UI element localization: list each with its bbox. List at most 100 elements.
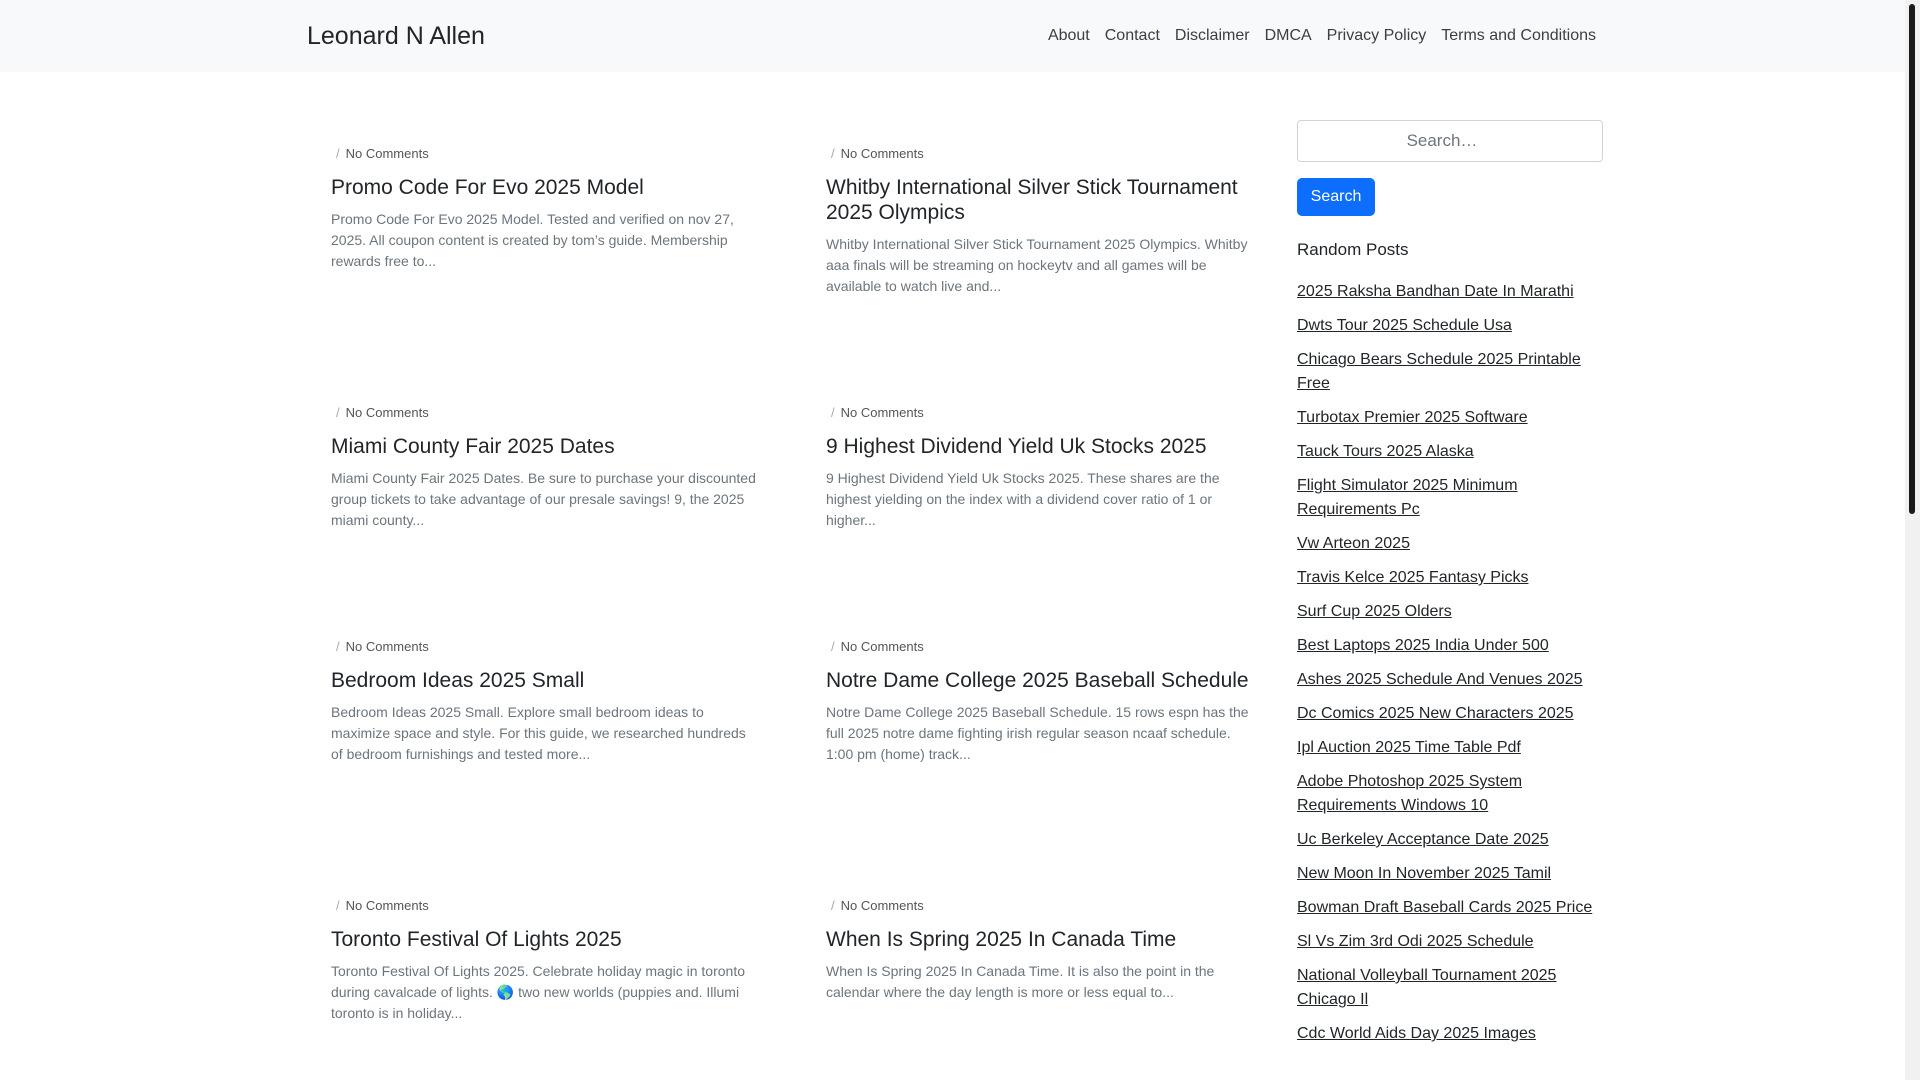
post-title[interactable]: Toronto Festival Of Lights 2025 [331,927,756,952]
post-meta: / No Comments [331,145,756,163]
random-post-link[interactable]: Ashes 2025 Schedule And Venues 2025 [1297,671,1583,688]
search-button[interactable]: Search [1297,178,1375,216]
random-post-link[interactable]: National Volleyball Tournament 2025 Chic… [1297,967,1556,1008]
post-title[interactable]: When Is Spring 2025 In Canada Time [826,927,1251,952]
post-meta: / No Comments [826,897,1251,915]
post-card: / No Comments Notre Dame College 2025 Bas… [826,638,1251,765]
meta-separator: / [831,898,835,913]
comments-link[interactable]: No Comments [346,898,429,913]
list-item: Bowman Draft Baseball Cards 2025 Price [1297,896,1603,920]
comments-link[interactable]: No Comments [841,405,924,420]
post-card: / No Comments Whitby International Silver… [826,145,1251,297]
post-card: / No Comments 9 Highest Dividend Yield Uk… [826,404,1251,531]
list-item: Ipl Auction 2025 Time Table Pdf [1297,736,1603,760]
random-post-link[interactable]: Dc Comics 2025 New Characters 2025 [1297,705,1574,722]
comments-link[interactable]: No Comments [841,639,924,654]
random-post-link[interactable]: Adobe Photoshop 2025 System Requirements… [1297,773,1522,814]
post-excerpt: Promo Code For Evo 2025 Model. Tested an… [331,211,734,269]
post-title-link[interactable]: Notre Dame College 2025 Baseball Schedul… [826,669,1249,692]
post-card: / No Comments When Is Spring 2025 In Cana… [826,897,1251,1003]
post-meta: / No Comments [331,404,756,422]
random-post-link[interactable]: New Moon In November 2025 Tamil [1297,865,1551,882]
meta-separator: / [336,898,340,913]
post-title-link[interactable]: Miami County Fair 2025 Dates [331,435,615,458]
meta-separator: / [336,405,340,420]
random-post-link[interactable]: Cdc World Aids Day 2025 Images [1297,1025,1536,1042]
post-title-link[interactable]: When Is Spring 2025 In Canada Time [826,928,1176,951]
post-title[interactable]: Miami County Fair 2025 Dates [331,434,756,459]
comments-link[interactable]: No Comments [346,639,429,654]
list-item: Vw Arteon 2025 [1297,532,1603,556]
site-brand[interactable]: Leonard N Allen [307,20,485,52]
post-excerpt: Whitby International Silver Stick Tourna… [826,236,1248,294]
random-post-link[interactable]: Vw Arteon 2025 [1297,535,1410,552]
post-excerpt: Notre Dame College 2025 Baseball Schedul… [826,704,1249,762]
post-title-link[interactable]: Toronto Festival Of Lights 2025 [331,928,622,951]
random-post-link[interactable]: Tauck Tours 2025 Alaska [1297,443,1474,460]
post-meta: / No Comments [331,897,756,915]
random-post-link[interactable]: Flight Simulator 2025 Minimum Requiremen… [1297,477,1518,518]
comments-link[interactable]: No Comments [841,146,924,161]
post-title[interactable]: Notre Dame College 2025 Baseball Schedul… [826,668,1251,693]
comments-link[interactable]: No Comments [346,146,429,161]
post-meta: / No Comments [826,638,1251,656]
meta-separator: / [336,146,340,161]
post-title-link[interactable]: Promo Code For Evo 2025 Model [331,176,644,199]
nav-about[interactable]: About [1048,24,1090,48]
comments-link[interactable]: No Comments [346,405,429,420]
random-post-link[interactable]: Travis Kelce 2025 Fantasy Picks [1297,569,1529,586]
post-title[interactable]: Promo Code For Evo 2025 Model [331,175,756,200]
search-input[interactable] [1297,120,1603,162]
main-nav: About Contact Disclaimer DMCA Privacy Po… [1048,0,1596,72]
post-card: / No Comments Promo Code For Evo 2025 Mod… [331,145,756,272]
random-post-link[interactable]: Chicago Bears Schedule 2025 Printable Fr… [1297,351,1581,392]
post-title[interactable]: Bedroom Ideas 2025 Small [331,668,756,693]
random-post-link[interactable]: Best Laptops 2025 India Under 500 [1297,637,1549,654]
random-post-link[interactable]: Ipl Auction 2025 Time Table Pdf [1297,739,1521,756]
post-title-link[interactable]: 9 Highest Dividend Yield Uk Stocks 2025 [826,435,1207,458]
nav-dmca[interactable]: DMCA [1265,24,1312,48]
random-post-link[interactable]: 2025 Raksha Bandhan Date In Marathi [1297,283,1574,300]
list-item: Turbotax Premier 2025 Software [1297,406,1603,430]
top-navbar: Leonard N Allen About Contact Disclaimer… [0,0,1905,72]
random-post-link[interactable]: Sl Vs Zim 3rd Odi 2025 Schedule [1297,933,1534,950]
list-item: Ashes 2025 Schedule And Venues 2025 [1297,668,1603,692]
list-item: National Volleyball Tournament 2025 Chic… [1297,964,1603,1012]
list-item: Cdc World Aids Day 2025 Images [1297,1022,1603,1046]
meta-separator: / [831,639,835,654]
post-meta: / No Comments [826,404,1251,422]
post-excerpt: Bedroom Ideas 2025 Small. Explore small … [331,704,746,762]
random-post-link[interactable]: Dwts Tour 2025 Schedule Usa [1297,317,1512,334]
post-title-link[interactable]: Whitby International Silver Stick Tourna… [826,176,1238,224]
post-excerpt: 9 Highest Dividend Yield Uk Stocks 2025.… [826,470,1220,528]
random-post-link[interactable]: Surf Cup 2025 Olders [1297,603,1452,620]
list-item: Sl Vs Zim 3rd Odi 2025 Schedule [1297,930,1603,954]
random-posts-title: Random Posts [1297,240,1409,259]
meta-separator: / [831,405,835,420]
random-post-link[interactable]: Turbotax Premier 2025 Software [1297,409,1528,426]
post-card: / No Comments Miami County Fair 2025 Date… [331,404,756,531]
post-card: / No Comments Toronto Festival Of Lights … [331,897,756,1024]
post-excerpt: When Is Spring 2025 In Canada Time. It i… [826,963,1215,1000]
list-item: New Moon In November 2025 Tamil [1297,862,1603,886]
post-title-link[interactable]: Bedroom Ideas 2025 Small [331,669,584,692]
nav-disclaimer[interactable]: Disclaimer [1175,24,1250,48]
list-item: Adobe Photoshop 2025 System Requirements… [1297,770,1603,818]
random-posts-list: 2025 Raksha Bandhan Date In Marathi Dwts… [1297,280,1603,1056]
meta-separator: / [831,146,835,161]
post-excerpt: Miami County Fair 2025 Dates. Be sure to… [331,470,756,528]
comments-link[interactable]: No Comments [841,898,924,913]
post-card: / No Comments Bedroom Ideas 2025 Small Be… [331,638,756,765]
meta-separator: / [336,639,340,654]
post-title[interactable]: Whitby International Silver Stick Tourna… [826,175,1251,225]
post-title[interactable]: 9 Highest Dividend Yield Uk Stocks 2025 [826,434,1251,459]
nav-terms-and-conditions[interactable]: Terms and Conditions [1441,24,1596,48]
scrollbar-thumb[interactable] [1909,4,1915,514]
nav-privacy-policy[interactable]: Privacy Policy [1327,24,1427,48]
post-excerpt: Toronto Festival Of Lights 2025. Celebra… [331,963,746,1021]
random-post-link[interactable]: Bowman Draft Baseball Cards 2025 Price [1297,899,1592,916]
list-item: Uc Berkeley Acceptance Date 2025 [1297,828,1603,852]
page-scrollbar[interactable] [1905,0,1920,1080]
nav-contact[interactable]: Contact [1105,24,1160,48]
random-post-link[interactable]: Uc Berkeley Acceptance Date 2025 [1297,831,1549,848]
